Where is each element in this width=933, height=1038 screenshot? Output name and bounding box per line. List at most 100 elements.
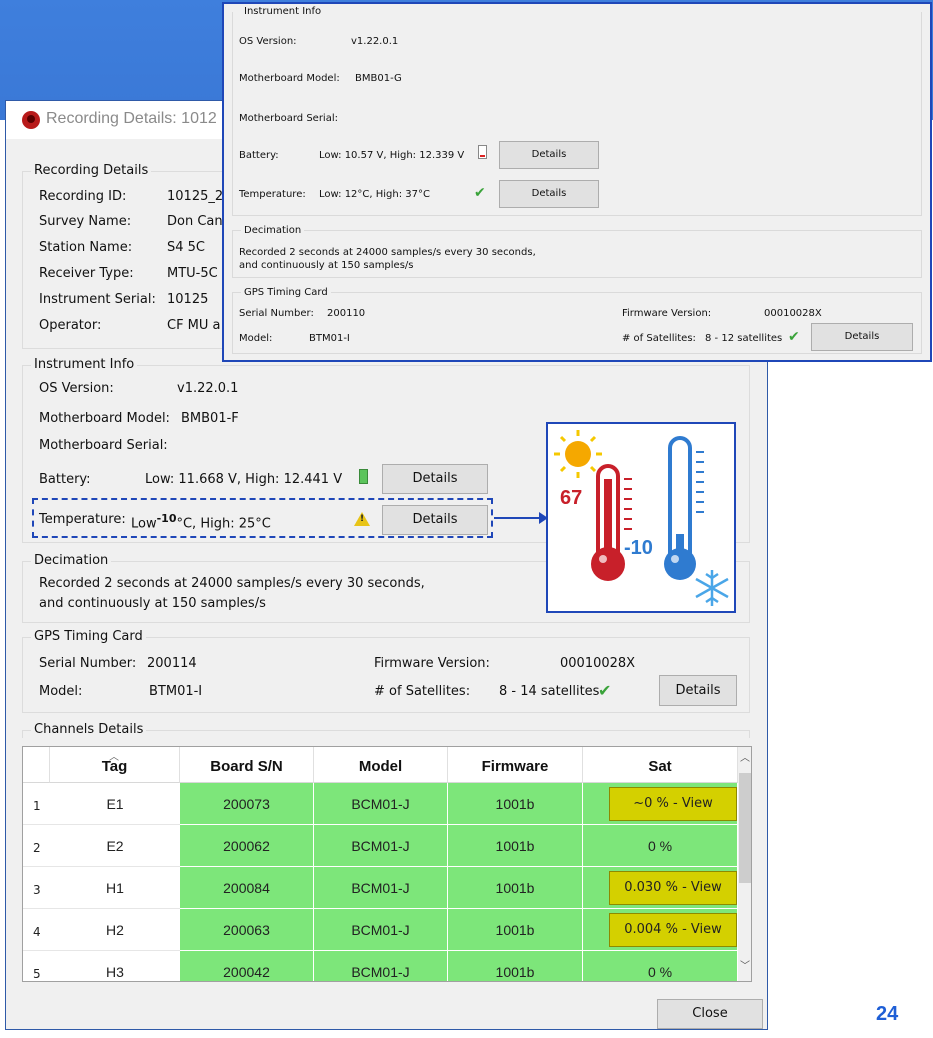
- column-header-firmware[interactable]: Firmware: [448, 747, 583, 783]
- cold-value-label: -10: [624, 537, 653, 559]
- overlay-mb-serial-label: Motherboard Serial:: [239, 113, 338, 124]
- overlay-gps-details-button[interactable]: Details: [811, 323, 913, 351]
- overlay-gps-model-label: Model:: [239, 333, 273, 344]
- close-button[interactable]: Close: [657, 999, 763, 1029]
- model-cell: BCM01-J: [314, 783, 448, 825]
- gps-firmware-value: 00010028X: [560, 656, 636, 671]
- scroll-up-icon[interactable]: ︿: [740, 749, 750, 764]
- overlay-os-version-label: OS Version:: [239, 36, 297, 47]
- scroll-thumb[interactable]: [739, 773, 751, 883]
- tag-cell: E2: [50, 825, 180, 867]
- survey-name-label: Survey Name:: [39, 214, 132, 229]
- battery-icon: [359, 469, 368, 484]
- operator-label: Operator:: [39, 318, 102, 333]
- scroll-down-icon[interactable]: ﹀: [740, 957, 750, 972]
- snowflake-icon: [695, 570, 729, 606]
- app-logo-icon: [22, 111, 40, 129]
- tag-cell: H3: [50, 951, 180, 981]
- gps-details-button[interactable]: Details: [659, 675, 737, 706]
- group-label: Instrument Info: [31, 357, 138, 372]
- overlay-temperature-details-button[interactable]: Details: [499, 180, 599, 208]
- overlay-gps-satellites-value: 8 - 12 satellites: [705, 333, 783, 344]
- overlay-battery-details-button[interactable]: Details: [499, 141, 599, 169]
- board-sn-cell: 200084: [180, 867, 314, 909]
- column-header-board-sn[interactable]: Board S/N: [180, 747, 314, 783]
- sun-icon: [554, 430, 602, 478]
- firmware-cell: 1001b: [448, 825, 583, 867]
- gps-serial-label: Serial Number:: [39, 656, 137, 671]
- tag-cell: H1: [50, 867, 180, 909]
- battery-icon: [478, 145, 487, 159]
- gps-model-label: Model:: [39, 684, 83, 699]
- overlay-gps-model-value: BTM01-I: [309, 333, 350, 344]
- station-name-value: S4 5C: [167, 240, 206, 255]
- receiver-type-label: Receiver Type:: [39, 266, 134, 281]
- gps-model-value: BTM01-I: [149, 684, 203, 699]
- gps-timing-card-group: GPS Timing Card Serial Number: 200114 Mo…: [22, 629, 750, 713]
- receiver-type-value: MTU-5C: [167, 266, 218, 281]
- operator-value: CF MU a: [167, 318, 221, 333]
- overlay-gps-firmware-value: 00010028X: [764, 308, 822, 319]
- tag-cell: E1: [50, 783, 180, 825]
- overlay-gps-satellites-label: # of Satellites:: [622, 333, 696, 344]
- decimation-line-2: and continuously at 150 samples/s: [39, 596, 266, 611]
- group-label: GPS Timing Card: [241, 287, 331, 298]
- checkmark-icon: ✔: [598, 681, 612, 700]
- row-number: 4: [23, 909, 50, 951]
- channels-details-group: Channels Details: [22, 722, 750, 738]
- sat-cell: 0 %: [583, 825, 738, 867]
- survey-name-value: Don Can: [167, 214, 223, 229]
- battery-details-button[interactable]: Details: [382, 464, 488, 494]
- column-header-model[interactable]: Model: [314, 747, 448, 783]
- slide-number: 24: [876, 1003, 899, 1025]
- hot-thermometer-icon: [591, 464, 632, 581]
- dialog-title: Recording Details: 1012: [46, 110, 217, 127]
- station-name-label: Station Name:: [39, 240, 133, 255]
- row-number: 5: [23, 951, 50, 981]
- battery-label: Battery:: [39, 472, 91, 487]
- overlay-gps-serial-value: 200110: [327, 308, 366, 319]
- instrument-serial-label: Instrument Serial:: [39, 292, 156, 307]
- table-scrollbar[interactable]: ︿ ﹀: [738, 747, 751, 981]
- motherboard-serial-label: Motherboard Serial:: [39, 438, 168, 453]
- checkmark-icon: ✔: [474, 185, 486, 201]
- recording-id-value: 10125_2: [167, 189, 224, 204]
- instrument-info-overlay-panel: Instrument Info OS Version: v1.22.0.1 Mo…: [222, 2, 932, 362]
- board-sn-cell: 200073: [180, 783, 314, 825]
- overlay-battery-value: Low: 10.57 V, High: 12.339 V: [319, 150, 465, 161]
- sat-view-button[interactable]: ~0 % - View: [609, 787, 737, 821]
- tag-cell: H2: [50, 909, 180, 951]
- firmware-cell: 1001b: [448, 951, 583, 981]
- os-version-value: v1.22.0.1: [177, 381, 239, 396]
- model-cell: BCM01-J: [314, 909, 448, 951]
- overlay-gps-timing-card-group: GPS Timing Card Serial Number: 200110 Mo…: [232, 287, 922, 354]
- sat-cell: 0 %: [583, 951, 738, 981]
- thermometer-illustration: 67 -10: [554, 430, 729, 606]
- row-number: 3: [23, 867, 50, 909]
- column-header-sat[interactable]: Sat: [583, 747, 738, 783]
- overlay-decimation-line-2: and continuously at 150 samples/s: [239, 260, 414, 271]
- gps-satellites-value: 8 - 14 satellites: [499, 684, 600, 699]
- overlay-decimation-line-1: Recorded 2 seconds at 24000 samples/s ev…: [239, 247, 536, 258]
- sat-view-button[interactable]: 0.030 % - View: [609, 871, 737, 905]
- sat-view-button[interactable]: 0.004 % - View: [609, 913, 737, 947]
- os-version-label: OS Version:: [39, 381, 114, 396]
- board-sn-cell: 200063: [180, 909, 314, 951]
- overlay-gps-serial-label: Serial Number:: [239, 308, 314, 319]
- cold-thermometer-icon: [664, 436, 704, 580]
- row-number: 1: [23, 783, 50, 825]
- group-label: Recording Details: [31, 163, 152, 178]
- battery-value: Low: 11.668 V, High: 12.441 V: [145, 472, 343, 487]
- channels-table: Tag ︿ Board S/N Model Firmware Sat 1 E1 …: [22, 746, 752, 982]
- row-number: 2: [23, 825, 50, 867]
- checkmark-icon: ✔: [788, 329, 800, 345]
- group-label: Channels Details: [31, 722, 147, 737]
- gps-satellites-label: # of Satellites:: [374, 684, 471, 699]
- firmware-cell: 1001b: [448, 783, 583, 825]
- group-label: Decimation: [31, 553, 112, 568]
- group-label: GPS Timing Card: [31, 629, 146, 644]
- group-label: Instrument Info: [241, 6, 325, 17]
- board-sn-cell: 200062: [180, 825, 314, 867]
- overlay-temperature-value: Low: 12°C, High: 37°C: [319, 189, 430, 200]
- recording-id-label: Recording ID:: [39, 189, 127, 204]
